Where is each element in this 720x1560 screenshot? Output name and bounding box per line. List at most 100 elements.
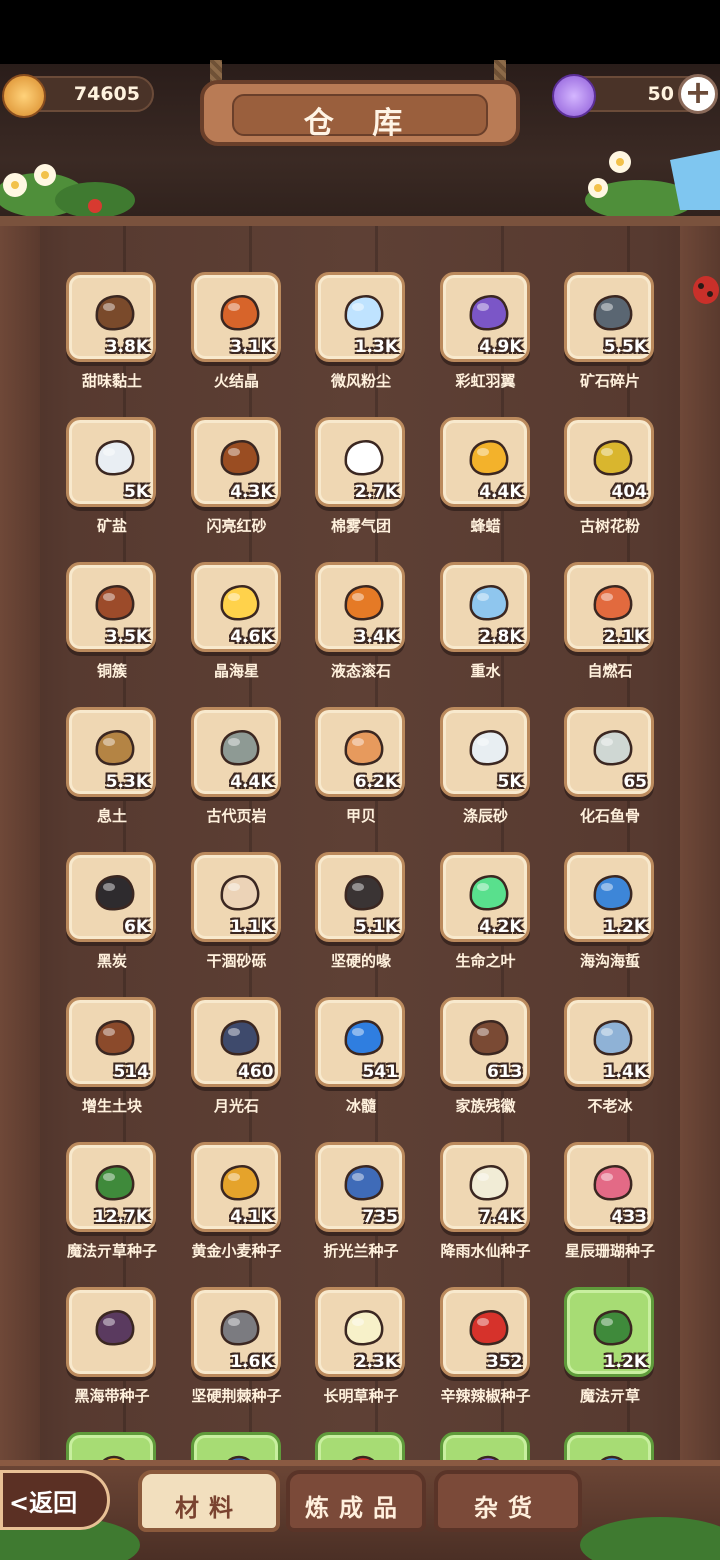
inventory-item[interactable]: 2.8K 重水	[436, 562, 536, 692]
inventory-item[interactable]: 4.6K 晶海星	[187, 562, 287, 692]
inventory-item[interactable]: 2.3K 长明草种子	[311, 1287, 411, 1417]
inventory-item[interactable]: 541 冰髓	[311, 997, 411, 1127]
inventory-item[interactable]: 7.4K 降雨水仙种子	[436, 1142, 536, 1272]
inventory-item[interactable]: 1.1K 干涸砂砾	[187, 852, 287, 982]
item-tile[interactable]: 4.6K	[190, 562, 281, 652]
inventory-item[interactable]: 5.1K 坚硬的喙	[311, 852, 411, 982]
item-tile[interactable]: 1.1K	[190, 852, 281, 942]
item-tile[interactable]: 4.1K	[190, 1142, 281, 1232]
inventory-item[interactable]: 1.2K 海沟海蜇	[560, 852, 660, 982]
item-tile[interactable]	[66, 1287, 156, 1377]
item-tile[interactable]: 404	[564, 417, 654, 507]
item-tile[interactable]: 613	[439, 997, 530, 1087]
item-name: 魔法亓草种子	[66, 1242, 157, 1260]
inventory-item[interactable]: 2.7K 棉雾气团	[311, 417, 411, 547]
inventory-item[interactable]: 5K 涤辰砂	[436, 707, 536, 837]
item-tile[interactable]: 5.5K	[564, 272, 654, 362]
inventory-item[interactable]: 6.2K 甲贝	[311, 707, 411, 837]
item-count: 2.8K	[479, 627, 523, 647]
item-tile[interactable]: 65	[564, 707, 654, 797]
item-tile[interactable]: 2.1K	[564, 562, 654, 652]
inventory-item[interactable]: 1.4K 不老冰	[560, 997, 660, 1127]
item-tile[interactable]: 2.8K	[439, 562, 530, 652]
tab-goods[interactable]: 杂货	[434, 1470, 582, 1532]
tab-crafted[interactable]: 炼成品	[286, 1470, 426, 1532]
item-name: 彩虹羽翼	[455, 372, 516, 390]
inventory-item[interactable]: 352 辛辣辣椒种子	[436, 1287, 536, 1417]
inventory-item[interactable]: 黑海带种子	[62, 1287, 162, 1417]
inventory-item[interactable]: 460 月光石	[187, 997, 287, 1127]
inventory-item[interactable]: 3.5K 铜簇	[62, 562, 162, 692]
item-name: 家族残徽	[455, 1097, 516, 1115]
inventory-item[interactable]: 735 折光兰种子	[311, 1142, 411, 1272]
item-tile[interactable]: 3.1K	[190, 272, 281, 362]
eternal-ice-icon	[593, 1020, 633, 1056]
item-tile[interactable]: 6.2K	[315, 707, 405, 797]
item-tile[interactable]: 4.9K	[439, 272, 530, 362]
item-tile[interactable]: 5K	[66, 417, 156, 507]
item-tile[interactable]: 352	[439, 1287, 530, 1377]
inventory-item[interactable]: 613 家族残徽	[436, 997, 536, 1127]
inventory-item[interactable]: 1.2K 魔法亓草	[560, 1287, 660, 1417]
inventory-item[interactable]: 433 星辰珊瑚种子	[560, 1142, 660, 1272]
inventory-item[interactable]: 12.7K 魔法亓草种子	[62, 1142, 162, 1272]
inventory-item[interactable]: 6K 黑炭	[62, 852, 162, 982]
beak-icon	[344, 875, 384, 911]
item-tile[interactable]: 7.4K	[439, 1142, 530, 1232]
item-tile[interactable]: 4.3K	[190, 417, 281, 507]
inventory-item[interactable]: 2.1K 自燃石	[560, 562, 660, 692]
inventory-item[interactable]: 5.5K 矿石碎片	[560, 272, 660, 402]
item-name: 月光石	[213, 1097, 259, 1115]
inventory-item[interactable]: 5K 矿盐	[62, 417, 162, 547]
inventory-item[interactable]: 3.1K 火结晶	[187, 272, 287, 402]
inventory-item[interactable]: 4.3K 闪亮红砂	[187, 417, 287, 547]
item-tile[interactable]: 1.6K	[190, 1287, 281, 1377]
inventory-item[interactable]: 514 增生土块	[62, 997, 162, 1127]
inventory-item[interactable]: 3.4K 液态滚石	[311, 562, 411, 692]
inventory-panel[interactable]: 3.8K 甜味黏土 3.1K 火结晶 1.3K 微风粉尘 4.9K 彩虹羽翼 5.5K 矿石碎片 5…	[0, 216, 720, 1560]
item-tile[interactable]: 735	[315, 1142, 405, 1232]
item-tile[interactable]: 460	[190, 997, 281, 1087]
inventory-item[interactable]: 1.3K 微风粉尘	[311, 272, 411, 402]
item-count: 5.3K	[105, 772, 149, 792]
dry-gravel-icon	[220, 875, 259, 911]
item-tile[interactable]: 541	[315, 997, 405, 1087]
item-tile[interactable]: 3.5K	[66, 562, 156, 652]
back-button[interactable]: <返回	[0, 1470, 110, 1530]
item-tile[interactable]: 3.8K	[66, 272, 156, 362]
inventory-item[interactable]: 4.4K 蜂蜡	[436, 417, 536, 547]
inventory-item[interactable]: 4.4K 古代页岩	[187, 707, 287, 837]
item-tile[interactable]: 12.7K	[66, 1142, 156, 1232]
tab-materials[interactable]: 材料	[138, 1470, 280, 1532]
item-tile[interactable]: 1.2K	[564, 852, 654, 942]
inventory-item[interactable]: 5.3K 息土	[62, 707, 162, 837]
item-tile[interactable]: 5K	[439, 707, 530, 797]
item-tile[interactable]: 6K	[66, 852, 156, 942]
inventory-item[interactable]: 4.9K 彩虹羽翼	[436, 272, 536, 402]
item-tile[interactable]: 5.1K	[315, 852, 405, 942]
add-gem-button[interactable]: +	[678, 74, 718, 114]
item-tile[interactable]: 2.3K	[315, 1287, 405, 1377]
gem-counter[interactable]: 50 +	[552, 74, 718, 118]
inventory-item[interactable]: 3.8K 甜味黏土	[62, 272, 162, 402]
inventory-item[interactable]: 404 古树花粉	[560, 417, 660, 547]
item-name: 星辰珊瑚种子	[564, 1242, 655, 1260]
item-tile[interactable]: 2.7K	[315, 417, 405, 507]
item-tile[interactable]: 3.4K	[315, 562, 405, 652]
item-tile[interactable]: 1.3K	[315, 272, 405, 362]
inventory-item[interactable]: 4.2K 生命之叶	[436, 852, 536, 982]
item-tile[interactable]: 433	[564, 1142, 654, 1232]
ladybug-icon[interactable]	[690, 272, 720, 308]
inventory-item[interactable]: 1.6K 坚硬荆棘种子	[187, 1287, 287, 1417]
item-tile[interactable]: 5.3K	[66, 707, 156, 797]
item-tile[interactable]: 1.4K	[564, 997, 654, 1087]
item-tile[interactable]: 4.2K	[439, 852, 530, 942]
item-tile[interactable]: 514	[66, 997, 156, 1087]
item-tile[interactable]: 4.4K	[439, 417, 530, 507]
gold-counter[interactable]: 74605	[2, 74, 154, 118]
item-tile[interactable]: 4.4K	[190, 707, 281, 797]
item-tile[interactable]: 1.2K	[564, 1287, 654, 1377]
inventory-item[interactable]: 65 化石鱼骨	[560, 707, 660, 837]
item-count: 3.4K	[354, 627, 398, 647]
inventory-item[interactable]: 4.1K 黄金小麦种子	[187, 1142, 287, 1272]
